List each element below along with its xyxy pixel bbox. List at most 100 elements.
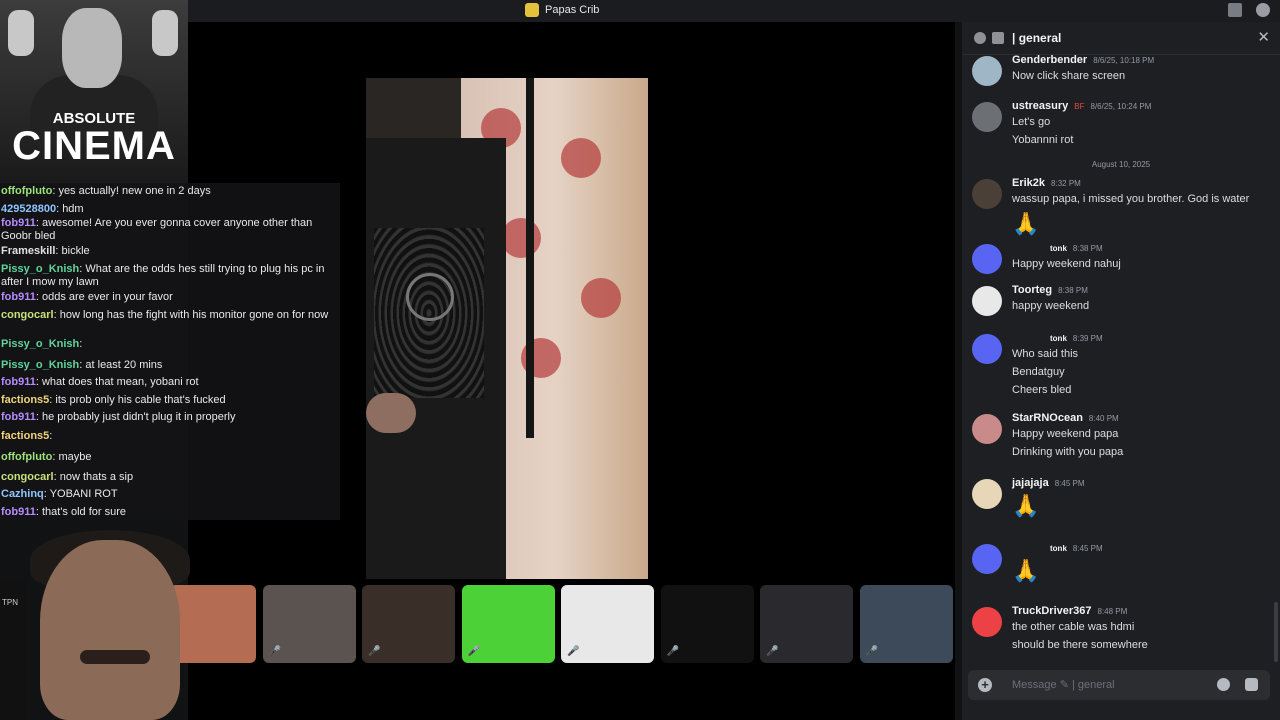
message-text: Yobannni rot (1012, 134, 1074, 146)
chat-text: hdm (62, 203, 84, 215)
timestamp: 8:48 PM (1097, 607, 1128, 616)
reply-username[interactable]: tonk (1050, 244, 1067, 253)
participant-tile[interactable]: 🎤 (561, 585, 654, 663)
muted-mic-icon: 🎤 (467, 646, 480, 657)
chat-text: YOBANI ROT (49, 488, 118, 500)
composer-placeholder: Message ✎ | general (1012, 679, 1115, 691)
avatar[interactable] (972, 179, 1002, 209)
avatar[interactable] (972, 479, 1002, 509)
meme-overlay: ABSOLUTE CINEMA (0, 0, 188, 183)
muted-mic-icon: 🎤 (666, 646, 679, 657)
avatar[interactable] (972, 607, 1002, 637)
emoji-reaction: 🙏 (1012, 558, 1040, 583)
chat-message: offofpluto: yes actually! new one in 2 d… (1, 185, 211, 197)
muted-mic-icon: 🎤 (567, 646, 580, 657)
participant-tile[interactable]: 🎤 (859, 585, 953, 663)
chat-username[interactable]: factions5 (1, 430, 49, 442)
username[interactable]: Toorteg (1012, 284, 1052, 296)
webcam-overlay (0, 520, 400, 720)
chat-username[interactable]: Pissy_o_Knish (1, 338, 79, 350)
timestamp: 8/6/25, 10:24 PM (1090, 102, 1152, 111)
reply-username[interactable]: tonk (1050, 544, 1067, 553)
scrollbar[interactable] (1274, 602, 1278, 662)
chat-username[interactable]: congocarl (1, 471, 54, 483)
chat-text: how long has the fight with his monitor … (59, 309, 329, 321)
chat-message: Pissy_o_Knish: What are the odds hes sti… (1, 263, 325, 288)
message-text: Now click share screen (1012, 70, 1126, 82)
add-attachment-icon[interactable]: + (978, 678, 992, 692)
chat-message: congocarl: how long has the fight with h… (1, 309, 329, 321)
help-icon[interactable] (1256, 3, 1270, 17)
timestamp: 8:40 PM (1088, 414, 1119, 423)
pin-icon[interactable] (992, 32, 1004, 44)
server-icon (525, 3, 539, 17)
chat-username[interactable]: Pissy_o_Knish (1, 359, 79, 371)
chat-username[interactable]: 429528800 (1, 203, 56, 215)
username[interactable]: Genderbender (1012, 54, 1087, 66)
server-name: Papas Crib (545, 4, 600, 16)
chat-username[interactable]: fob911 (1, 411, 36, 423)
pc-case-image (366, 138, 506, 579)
chat-username[interactable]: fob911 (1, 217, 36, 229)
chat-text: maybe (58, 451, 92, 463)
left-hand-image (8, 10, 34, 56)
chat-text: bickle (61, 245, 90, 257)
participant-tile[interactable]: 🎤 (760, 585, 853, 663)
chat-text: yes actually! new one in 2 days (58, 185, 211, 197)
username[interactable]: Erik2k (1012, 177, 1045, 189)
stream-chat: offofpluto: yes actually! new one in 2 d… (0, 183, 340, 520)
timestamp: 8:38 PM (1058, 286, 1088, 295)
face-image (62, 8, 122, 88)
chat-message: fob911: that's old for sure (1, 506, 127, 518)
message-text: Who said this (1012, 348, 1079, 360)
chat-username[interactable]: fob911 (1, 506, 36, 518)
chat-username[interactable]: Pissy_o_Knish (1, 263, 79, 275)
chat-username[interactable]: offofpluto (1, 185, 52, 197)
chat-text: he probably just didn't plug it in prope… (41, 411, 236, 423)
message-header: StarRNOcean 8:40 PM (1012, 412, 1119, 424)
chat-username[interactable]: factions5 (1, 394, 49, 406)
username[interactable]: jajajaja (1012, 477, 1049, 489)
threads-icon[interactable] (974, 32, 986, 44)
avatar[interactable] (972, 244, 1002, 274)
screen-share-video[interactable] (366, 78, 648, 579)
timestamp: 8:45 PM (1054, 479, 1085, 488)
close-icon[interactable]: ✕ (1257, 28, 1270, 46)
message-text: Happy weekend papa (1012, 428, 1119, 440)
chat-username[interactable]: congocarl (1, 309, 54, 321)
chat-username[interactable]: fob911 (1, 291, 36, 303)
message-composer[interactable]: + Message ✎ | general (968, 670, 1270, 700)
chat-message: fob911: what does that mean, yobani rot (1, 376, 199, 388)
message-header: Toorteg 8:38 PM (1012, 284, 1088, 296)
channel-chat-panel: | general ✕ Genderbender 8/6/25, 10:18 PM… (962, 22, 1280, 720)
cable-image (526, 78, 534, 438)
timestamp: 8:39 PM (1072, 334, 1103, 343)
avatar[interactable] (972, 414, 1002, 444)
inbox-icon[interactable] (1228, 3, 1242, 17)
gift-icon[interactable] (1245, 678, 1258, 691)
avatar[interactable] (972, 544, 1002, 574)
avatar[interactable] (972, 286, 1002, 316)
chat-username[interactable]: Cazhinq (1, 488, 44, 500)
emoji-icon[interactable] (1217, 678, 1230, 691)
participant-tile[interactable]: 🎤 (660, 585, 754, 663)
chat-username[interactable]: fob911 (1, 376, 36, 388)
avatar[interactable] (972, 102, 1002, 132)
muted-mic-icon: 🎤 (865, 646, 878, 657)
participant-tile[interactable]: 🎤 (461, 585, 555, 663)
message-text: Drinking with you papa (1012, 446, 1124, 458)
avatar[interactable] (972, 334, 1002, 364)
timestamp: 8/6/25, 10:18 PM (1093, 56, 1155, 65)
username[interactable]: TruckDriver367 (1012, 605, 1092, 617)
username[interactable]: StarRNOcean (1012, 412, 1083, 424)
timestamp: 8:45 PM (1072, 544, 1103, 553)
mini-sidebar: TPN (0, 580, 26, 720)
avatar[interactable] (972, 56, 1002, 86)
muted-mic-icon: 🎤 (766, 646, 779, 657)
chat-username[interactable]: offofpluto (1, 451, 52, 463)
reply-username[interactable]: tonk (1050, 334, 1067, 343)
timestamp: 8:38 PM (1072, 244, 1103, 253)
chat-username[interactable]: Frameskill (1, 245, 55, 257)
emoji-reaction: 🙏 (1012, 493, 1040, 518)
username[interactable]: ustreasury (1012, 100, 1068, 112)
